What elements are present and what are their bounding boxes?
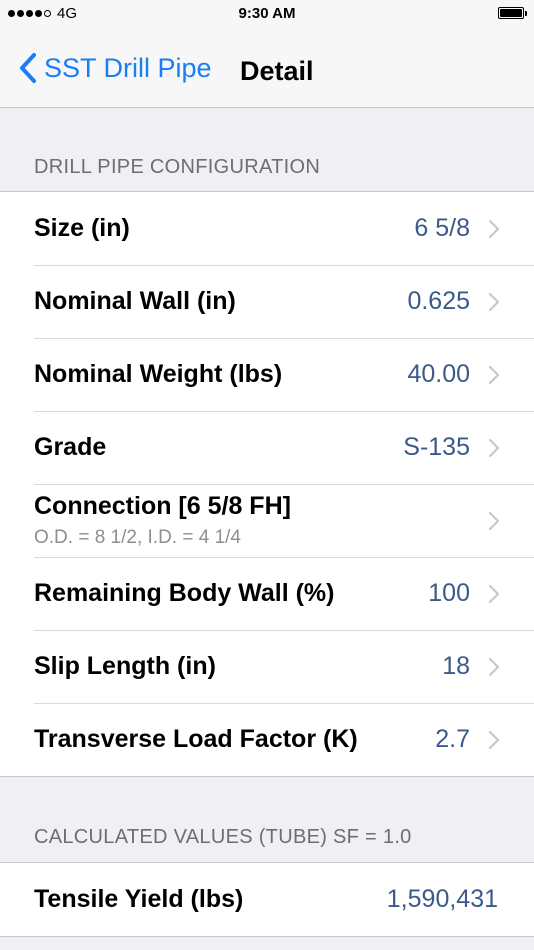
row-value: S-135 <box>403 433 470 461</box>
chevron-right-icon <box>488 511 500 531</box>
navigation-bar: SST Drill Pipe Detail <box>0 30 534 108</box>
chevron-right-icon <box>488 365 500 385</box>
row-label: Remaining Body Wall (%) <box>34 579 335 607</box>
row-value: 6 5/8 <box>414 214 470 242</box>
back-label: SST Drill Pipe <box>44 52 212 83</box>
row-label: Connection [6 5/8 FH] <box>34 492 291 520</box>
chevron-left-icon <box>20 53 36 83</box>
row-connection[interactable]: Connection [6 5/8 FH] O.D. = 8 1/2, I.D.… <box>0 484 534 557</box>
chevron-right-icon <box>488 657 500 677</box>
section-header-calculated-values: CALCULATED VALUES (TUBE) SF = 1.0 <box>34 826 412 848</box>
row-nominal-wall[interactable]: Nominal Wall (in) 0.625 <box>0 265 534 338</box>
row-label: Tensile Yield (lbs) <box>34 885 244 913</box>
row-value: 100 <box>428 579 470 607</box>
status-bar: 4G 9:30 AM <box>0 0 534 30</box>
row-transverse-load-factor[interactable]: Transverse Load Factor (K) 2.7 <box>0 703 534 776</box>
row-value: 40.00 <box>407 360 470 388</box>
page-title: Detail <box>240 56 314 86</box>
row-grade[interactable]: Grade S-135 <box>0 411 534 484</box>
drill-pipe-configuration-group: Size (in) 6 5/8 Nominal Wall (in) 0.625 … <box>0 191 534 777</box>
row-label: Size (in) <box>34 214 130 242</box>
row-value: 1,590,431 <box>386 885 498 913</box>
row-subtitle: O.D. = 8 1/2, I.D. = 4 1/4 <box>34 527 241 548</box>
row-label: Transverse Load Factor (K) <box>34 725 358 753</box>
chevron-right-icon <box>488 730 500 750</box>
row-tensile-yield: Tensile Yield (lbs) 1,590,431 <box>0 863 534 936</box>
section-header-drill-pipe-configuration: DRILL PIPE CONFIGURATION <box>34 156 321 178</box>
chevron-right-icon <box>488 584 500 604</box>
back-button[interactable]: SST Drill Pipe <box>18 52 212 84</box>
row-value: 0.625 <box>407 287 470 315</box>
row-value: 18 <box>442 652 470 680</box>
row-label: Slip Length (in) <box>34 652 216 680</box>
calculated-values-group: Tensile Yield (lbs) 1,590,431 <box>0 862 534 937</box>
row-remaining-body-wall[interactable]: Remaining Body Wall (%) 100 <box>0 557 534 630</box>
chevron-right-icon <box>488 438 500 458</box>
row-nominal-weight[interactable]: Nominal Weight (lbs) 40.00 <box>0 338 534 411</box>
row-slip-length[interactable]: Slip Length (in) 18 <box>0 630 534 703</box>
row-value: 2.7 <box>435 725 470 753</box>
row-label: Grade <box>34 433 107 461</box>
chevron-right-icon <box>488 292 500 312</box>
status-time: 9:30 AM <box>238 5 296 22</box>
row-label: Nominal Weight (lbs) <box>34 360 283 388</box>
row-size[interactable]: Size (in) 6 5/8 <box>0 192 534 265</box>
battery-icon <box>498 7 527 19</box>
chevron-right-icon <box>488 219 500 239</box>
row-label: Nominal Wall (in) <box>34 287 236 315</box>
